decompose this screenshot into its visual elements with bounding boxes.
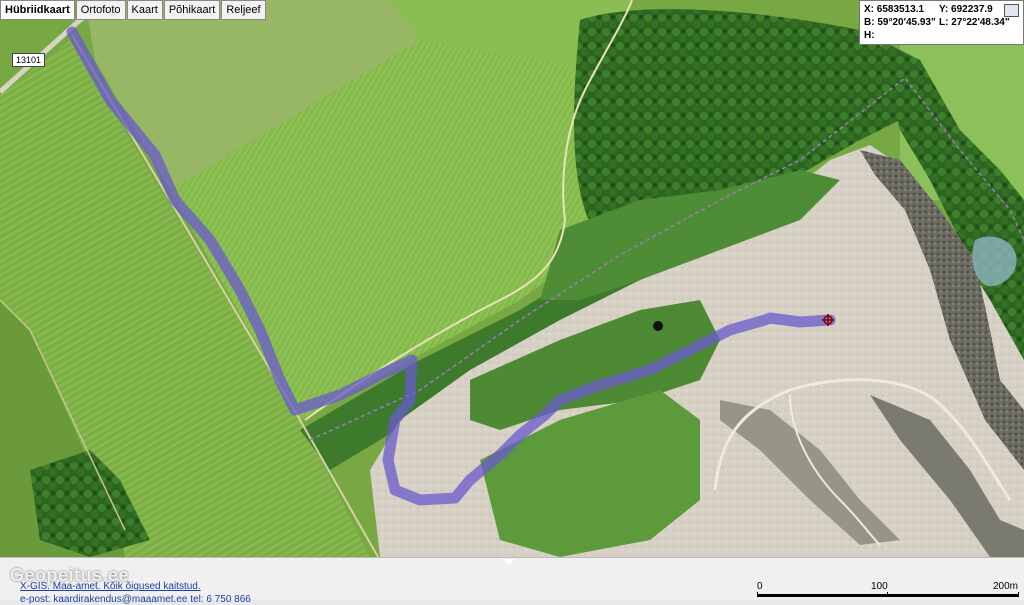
contact-info: e-post: kaardirakendus@maaamet.ee tel: 6… bbox=[20, 594, 251, 605]
tab-orthophoto[interactable]: Ortofoto bbox=[75, 0, 126, 20]
scale-tick bbox=[757, 592, 758, 597]
collapse-arrow-icon[interactable] bbox=[503, 559, 515, 565]
layer-tabs: Hübriidkaart Ortofoto Kaart Põhikaart Re… bbox=[0, 0, 266, 20]
coordinate-readout: X: 6583513.1 Y: 692237.9 B: 59°20'45.93"… bbox=[859, 0, 1024, 45]
road-number-label: 13101 bbox=[12, 53, 46, 67]
coord-x: X: 6583513.1 bbox=[864, 4, 925, 15]
map-view[interactable]: Hübriidkaart Ortofoto Kaart Põhikaart Re… bbox=[0, 0, 1024, 557]
coord-l: L: 27°22'48.34" bbox=[939, 17, 1010, 28]
coord-h: H: bbox=[864, 30, 875, 41]
scale-bar: 0 100 200m bbox=[757, 581, 1023, 599]
coord-b: B: 59°20'45.93" bbox=[864, 17, 936, 28]
scale-tick bbox=[1018, 592, 1019, 597]
scale-label-100: 100 bbox=[871, 581, 888, 592]
tab-hybrid-map[interactable]: Hübriidkaart bbox=[0, 0, 75, 20]
tab-relief[interactable]: Reljeef bbox=[221, 0, 266, 20]
coord-y: Y: 692237.9 bbox=[939, 4, 993, 15]
waypoint-dot[interactable] bbox=[653, 321, 663, 331]
aerial-imagery bbox=[0, 0, 1024, 557]
tab-base-map[interactable]: Põhikaart bbox=[163, 0, 221, 20]
scale-label-0: 0 bbox=[757, 581, 763, 592]
tab-map[interactable]: Kaart bbox=[126, 0, 163, 20]
scale-tick bbox=[887, 592, 888, 597]
map-window-icon[interactable] bbox=[1004, 4, 1019, 17]
watermark-logo: Geopeitus.ee bbox=[10, 565, 130, 585]
scale-label-200: 200m bbox=[993, 581, 1019, 592]
scale-line bbox=[757, 594, 1019, 597]
